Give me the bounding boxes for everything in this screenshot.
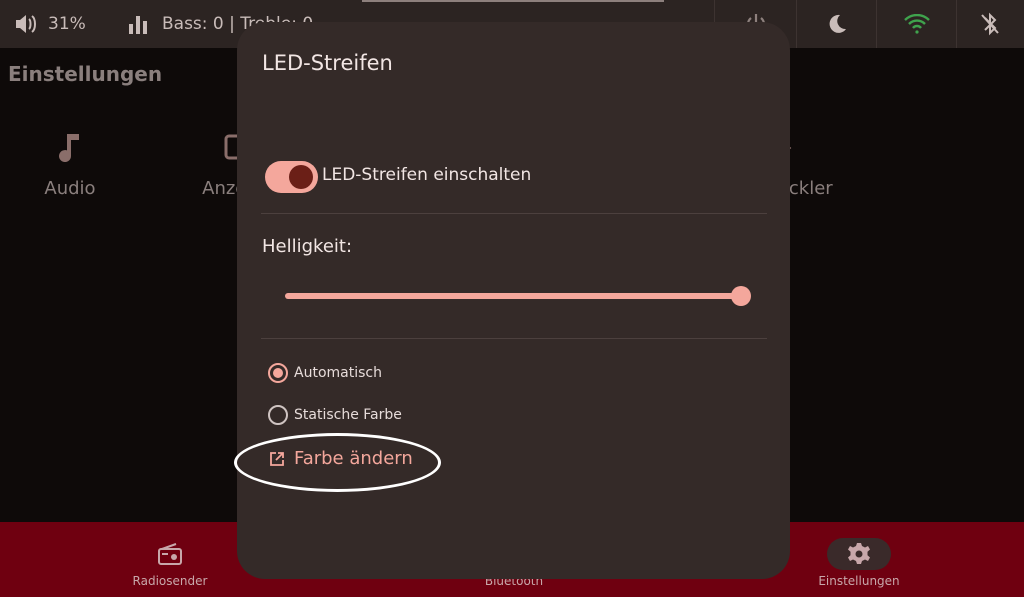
volume-text: 31%: [48, 14, 86, 34]
divider: [261, 338, 767, 339]
status-bar-handle: [362, 0, 664, 2]
bluetooth-button[interactable]: [960, 0, 1020, 48]
radio-automatic-label[interactable]: Automatisch: [294, 365, 382, 381]
nav-item-radiosender[interactable]: Radiosender: [90, 522, 250, 597]
brightness-slider-thumb[interactable]: [731, 286, 751, 306]
nav-label: Einstellungen: [818, 574, 900, 588]
radio-static-color-label[interactable]: Statische Farbe: [294, 407, 402, 423]
radio-icon: [158, 543, 182, 565]
equalizer-icon: [129, 16, 147, 34]
toggle-knob: [289, 165, 313, 189]
radio-automatic[interactable]: [268, 363, 288, 383]
status-divider: [796, 0, 797, 48]
volume-icon: [16, 15, 36, 33]
highlight-ellipse: [234, 433, 441, 492]
radio-static-color[interactable]: [268, 405, 288, 425]
status-divider: [956, 0, 957, 48]
wifi-icon: [904, 14, 930, 34]
settings-tile-audio[interactable]: Audio: [0, 126, 140, 199]
music-note-icon: [59, 134, 79, 163]
nav-item-einstellungen[interactable]: Einstellungen: [779, 522, 939, 597]
brightness-label: Helligkeit:: [262, 236, 353, 257]
nav-label: Radiosender: [132, 574, 208, 588]
night-mode-button[interactable]: [807, 0, 867, 48]
nav-selected-indicator: [827, 538, 891, 570]
led-strip-toggle[interactable]: [265, 161, 318, 193]
bluetooth-off-icon: [981, 12, 999, 36]
night-mode-icon: [829, 14, 846, 33]
divider: [261, 213, 767, 214]
page-title: Einstellungen: [8, 62, 163, 86]
tile-label: Audio: [44, 178, 96, 199]
wifi-button[interactable]: [887, 0, 947, 48]
brightness-slider-fill: [285, 293, 741, 299]
status-divider: [876, 0, 877, 48]
toggle-label[interactable]: LED-Streifen einschalten: [322, 165, 531, 185]
led-strip-dialog: LED-Streifen LED-Streifen einschalten He…: [237, 22, 790, 579]
dialog-title: LED-Streifen: [262, 51, 393, 75]
brightness-slider[interactable]: [285, 286, 751, 306]
volume-indicator[interactable]: 31%: [14, 0, 86, 48]
gear-icon: [848, 543, 870, 564]
